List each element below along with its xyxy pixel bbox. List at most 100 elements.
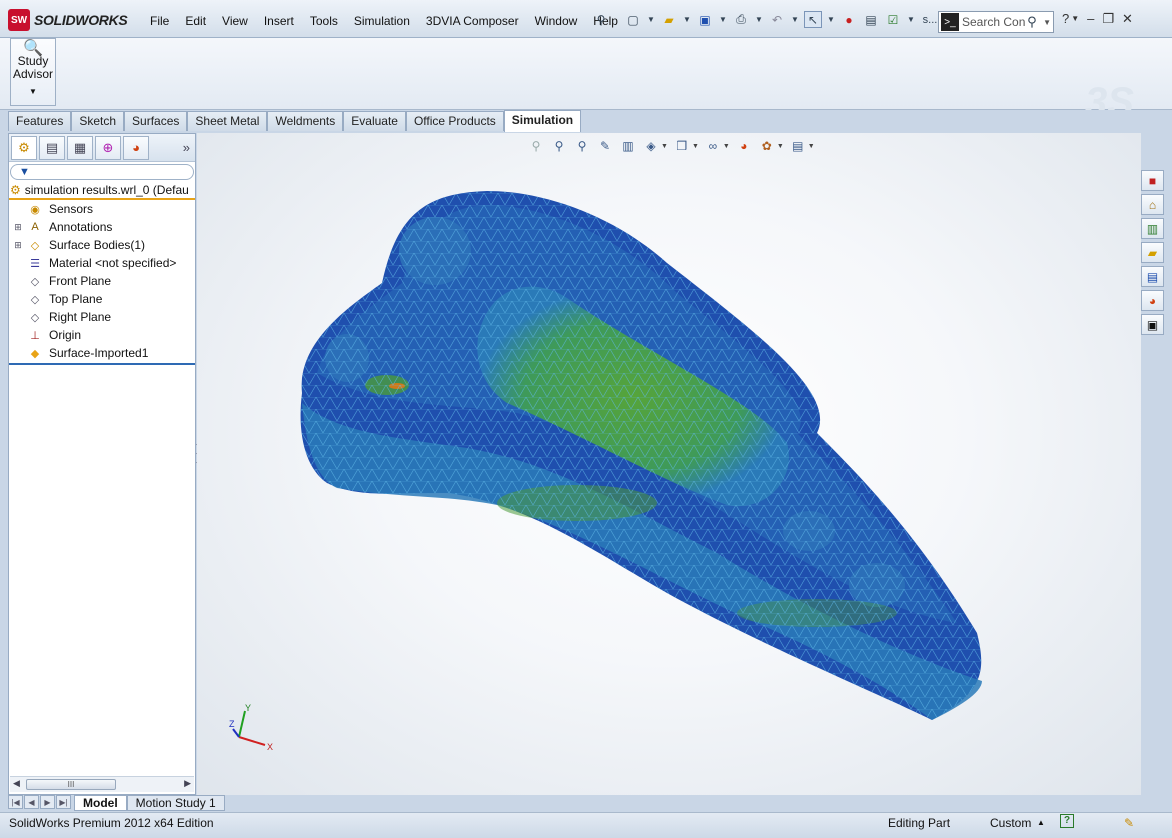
tab-office-products[interactable]: Office Products — [405, 111, 504, 131]
chevron-down-icon[interactable]: ▼ — [777, 143, 784, 150]
view-selector-icon[interactable]: ▥ — [619, 137, 637, 155]
design-library-icon[interactable]: ⌂ — [1141, 194, 1164, 215]
save-icon[interactable]: ▣ — [696, 11, 714, 28]
configuration-manager-icon[interactable]: ▦ — [67, 135, 93, 160]
chevron-down-icon[interactable]: ▼ — [29, 85, 37, 98]
chevron-down-icon[interactable]: ▼ — [1043, 18, 1051, 27]
dimxpert-icon[interactable]: ⊕ — [95, 135, 121, 160]
next-tab-icon[interactable]: ▶ — [40, 795, 55, 809]
unit-system-selector[interactable]: Custom — [990, 816, 1031, 830]
tree-item[interactable]: ☰ Material <not specified> — [9, 254, 195, 272]
search-input[interactable]: Search Con — [962, 15, 1027, 29]
menu-insert[interactable]: Insert — [256, 12, 302, 30]
tab-sketch[interactable]: Sketch — [71, 111, 125, 131]
property-manager-icon[interactable]: ▤ — [39, 135, 65, 160]
expand-icon[interactable]: ⊞ — [13, 240, 23, 251]
study-advisor-button[interactable]: 🔍 Study Advisor ▼ — [10, 38, 56, 106]
menu-view[interactable]: View — [214, 12, 256, 30]
display-manager-icon[interactable]: ◕ — [123, 135, 149, 160]
chevron-down-icon[interactable]: ▼ — [826, 11, 836, 28]
minimize-icon[interactable]: – — [1087, 11, 1094, 27]
feature-tree-icon[interactable]: ⚙ — [11, 135, 37, 160]
view-orientation-icon[interactable]: ◈ — [642, 137, 660, 155]
tree-item[interactable]: ⊥ Origin — [9, 326, 195, 344]
options-icon[interactable]: ☑ — [884, 11, 902, 28]
chevron-down-icon[interactable]: ▼ — [754, 11, 764, 28]
undo-icon[interactable]: ↶ — [768, 11, 786, 28]
document-recovery-icon[interactable]: ▣ — [1141, 314, 1164, 335]
menu-edit[interactable]: Edit — [177, 12, 214, 30]
tab-simulation[interactable]: Simulation — [503, 110, 582, 132]
chevron-down-icon[interactable]: ▼ — [692, 143, 699, 150]
search-icon[interactable]: ⚲ — [1027, 14, 1043, 30]
horizontal-scrollbar[interactable]: ◀ III ▶ — [10, 776, 194, 792]
tree-item[interactable]: ◇ Front Plane — [9, 272, 195, 290]
tree-filter-input[interactable]: ▼ — [10, 164, 194, 180]
more-tabs-icon[interactable]: » — [183, 140, 190, 155]
chevron-down-icon[interactable]: ▼ — [682, 11, 692, 28]
chevron-down-icon[interactable]: ▼ — [723, 143, 730, 150]
menu-simulation[interactable]: Simulation — [346, 12, 418, 30]
menu-3dvia-composer[interactable]: 3DVIA Composer — [418, 12, 527, 30]
tab-model[interactable]: Model — [74, 795, 127, 811]
custom-properties-icon[interactable]: ▤ — [1141, 266, 1164, 287]
tab-weldments[interactable]: Weldments — [267, 111, 344, 131]
file-properties-icon[interactable]: ▤ — [862, 11, 880, 28]
scrollbar-thumb[interactable]: III — [26, 779, 116, 790]
apply-scene-icon[interactable]: ✿ — [758, 137, 776, 155]
zoom-to-fit-icon[interactable]: ⚲ — [527, 137, 545, 155]
tree-item[interactable]: ⊞ ◇ Surface Bodies(1) — [9, 236, 195, 254]
chevron-down-icon[interactable]: ▼ — [790, 11, 800, 28]
appearances-icon[interactable]: ◕ — [1141, 290, 1164, 311]
close-icon[interactable]: ✕ — [1122, 11, 1133, 27]
print-icon[interactable]: ⎙ — [732, 11, 750, 28]
first-tab-icon[interactable]: |◀ — [8, 795, 23, 809]
chevron-down-icon[interactable]: ▼ — [718, 11, 728, 28]
display-style-icon[interactable]: ❒ — [673, 137, 691, 155]
restore-icon[interactable]: ❐ — [1102, 11, 1114, 27]
last-tab-icon[interactable]: ▶| — [56, 795, 71, 809]
tree-item[interactable]: ⊞ A Annotations — [9, 218, 195, 236]
select-icon[interactable]: ↖ — [804, 11, 822, 28]
view-palette-icon[interactable]: ▰ — [1141, 242, 1164, 263]
expand-icon[interactable]: ⊞ — [13, 222, 23, 233]
graphics-area[interactable]: ◫ ◨ – ❐ ✕ ⚲ ⚲ ⚲ ✎ ▥ ◈ ▼ ❒ ▼ ∞ ▼ ◕ ✿ ▼ ▤ … — [197, 133, 1141, 795]
tree-item[interactable]: ◉ Sensors — [9, 200, 195, 218]
search-commands-box[interactable]: >_ Search Con ⚲ ▼ — [938, 11, 1054, 33]
solidworks-resources-icon[interactable]: ■ — [1141, 170, 1164, 191]
scroll-right-icon[interactable]: ▶ — [184, 778, 191, 789]
menu-window[interactable]: Window — [527, 12, 586, 30]
chevron-up-icon[interactable]: ▲ — [1037, 818, 1045, 827]
tab-evaluate[interactable]: Evaluate — [343, 111, 406, 131]
chevron-down-icon[interactable]: ▼ — [646, 11, 656, 28]
menu-file[interactable]: File — [142, 12, 177, 30]
tree-item[interactable]: ◆ Surface-Imported1 — [9, 344, 195, 362]
mesh-model[interactable] — [197, 133, 1141, 795]
previous-view-icon[interactable]: ⚲ — [573, 137, 591, 155]
chevron-down-icon[interactable]: ▼ — [808, 143, 815, 150]
edit-appearance-icon[interactable]: ◕ — [735, 137, 753, 155]
chevron-down-icon[interactable]: ▼ — [906, 11, 916, 28]
tree-item[interactable]: ◇ Right Plane — [9, 308, 195, 326]
tree-rollback-bar[interactable] — [9, 363, 195, 365]
rebuild-icon[interactable]: ● — [840, 11, 858, 28]
part-root-node[interactable]: ⚙ simulation results.wrl_0 (Defau — [9, 182, 195, 200]
more-toolbar-label[interactable]: s... — [920, 11, 940, 28]
tab-surfaces[interactable]: Surfaces — [124, 111, 188, 131]
section-view-icon[interactable]: ✎ — [596, 137, 614, 155]
help-icon[interactable]: ? — [1062, 11, 1069, 27]
tree-item[interactable]: ◇ Top Plane — [9, 290, 195, 308]
chevron-down-icon[interactable]: ▼ — [661, 143, 668, 150]
zoom-to-area-icon[interactable]: ⚲ — [550, 137, 568, 155]
menu-tools[interactable]: Tools — [302, 12, 346, 30]
hide-show-items-icon[interactable]: ∞ — [704, 137, 722, 155]
help-icon[interactable]: ? — [1060, 814, 1074, 828]
solidworks-logo[interactable]: SW SOLIDWORKS — [8, 9, 128, 31]
open-icon[interactable]: ▰ — [660, 11, 678, 28]
scroll-left-icon[interactable]: ◀ — [13, 778, 20, 789]
view-settings-icon[interactable]: ▤ — [789, 137, 807, 155]
tab-features[interactable]: Features — [8, 111, 72, 131]
tab-motion-study-1[interactable]: Motion Study 1 — [126, 795, 225, 811]
chevron-down-icon[interactable]: ▼ — [1071, 14, 1079, 27]
pin-icon[interactable]: ⚲ — [592, 11, 610, 28]
